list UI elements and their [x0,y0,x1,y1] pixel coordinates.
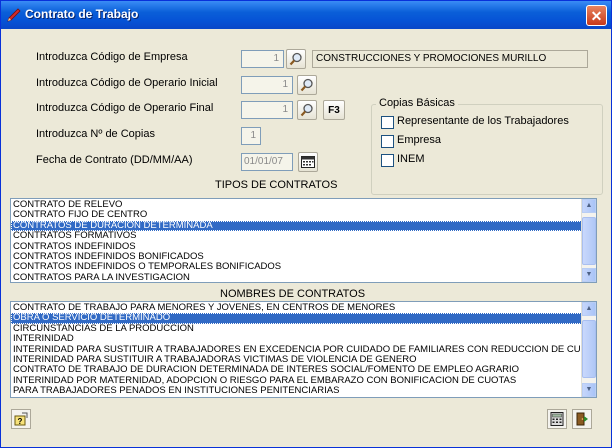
svg-text:?: ? [18,417,23,426]
app-pen-icon [7,8,21,22]
magnifier-icon [300,103,313,117]
magnifier-icon [300,78,313,92]
copias-basicas-title: Copias Básicas [376,97,458,109]
fecha-input[interactable]: 01/01/07 [241,153,293,171]
nombres-list-item[interactable]: CIRCUNSTANCIAS DE LA PRODUCCION [11,324,596,334]
calendar-button[interactable] [298,152,318,172]
representante-label: Representante de los Trabajadores [397,115,569,127]
operario-inicial-label: Introduzca Código de Operario Inicial [36,77,218,89]
scroll-up-arrow-icon[interactable]: ▲ [582,302,596,316]
scroll-up-arrow-icon[interactable]: ▲ [582,199,596,213]
close-button[interactable]: ✕ [586,5,607,26]
scroll-thumb[interactable] [582,217,596,265]
exit-door-icon [576,412,588,426]
nombres-list-item[interactable]: INTERINIDAD POR MATERNIDAD, ADOPCION O R… [11,376,596,386]
scroll-down-arrow-icon[interactable]: ▼ [582,268,596,282]
help-icon: ? [14,412,28,426]
calendar-icon [301,156,315,168]
empresa-input[interactable]: 1 [241,50,284,68]
title-bar[interactable]: Contrato de Trabajo ✕ [1,1,611,29]
inem-label: INEM [397,153,425,165]
tipos-list-item[interactable]: CONTRATOS PARA LA INVESTIGACION [11,273,596,282]
tipos-list-item[interactable]: CONTRATOS INDEFINIDOS O TEMPORALES BONIF… [11,262,596,272]
empresa-label: Introduzca Código de Empresa [36,51,188,63]
help-button[interactable]: ? [11,409,31,429]
nombres-list-item[interactable]: OBRA O SERVICIO DETERMINADO [11,313,596,324]
tipos-list-item[interactable]: CONTRATOS INDEFINIDOS [11,242,596,252]
copias-input[interactable]: 1 [241,127,261,145]
nombres-scrollbar[interactable]: ▲ ▼ [581,302,596,397]
contrato-window: Contrato de Trabajo ✕ Introduzca Código … [0,0,612,448]
scroll-thumb[interactable] [582,320,596,378]
calculator-icon [550,412,564,426]
tipos-scrollbar[interactable]: ▲ ▼ [581,199,596,282]
operario-final-label: Introduzca Código de Operario Final [36,102,214,114]
tipos-list-item[interactable]: CONTRATO DE RELEVO [11,200,596,210]
operario-final-input[interactable]: 1 [241,101,293,119]
nombres-list-item[interactable]: INTERINIDAD PARA SUSTITUIR A TRABAJADORA… [11,355,596,365]
calculator-button[interactable] [547,409,567,429]
scroll-down-arrow-icon[interactable]: ▼ [582,383,596,397]
nombres-list-item[interactable]: INTERINIDAD [11,334,596,344]
empresa-search-button[interactable] [286,49,306,69]
operario-inicial-input[interactable]: 1 [241,76,293,94]
tipos-title: TIPOS DE CONTRATOS [215,179,338,191]
empresa-name-field: CONSTRUCCIONES Y PROMOCIONES MURILLO [312,50,588,68]
exit-button[interactable] [572,409,592,429]
tipos-list-item[interactable]: CONTRATOS FORMATIVOS [11,231,596,241]
fecha-label: Fecha de Contrato (DD/MM/AA) [36,154,193,166]
nombres-list-item[interactable]: INTERINIDAD PARA SUSTITUIR A TRABAJADORE… [11,345,596,355]
nombres-title: NOMBRES DE CONTRATOS [220,288,366,300]
operario-final-search-button[interactable] [297,100,317,120]
tipos-list-item[interactable]: CONTRATOS INDEFINIDOS BONIFICADOS [11,252,596,262]
f3-button[interactable]: F3 [323,100,345,120]
magnifier-icon [289,52,302,66]
empresa-checkbox[interactable] [381,135,394,148]
tipos-list-item[interactable]: CONTRATO FIJO DE CENTRO [11,210,596,220]
client-area: Introduzca Código de Empresa 1 CONSTRUCC… [4,29,608,444]
nombres-list-item[interactable]: PARA TRABAJADORES PENADOS EN INSTITUCION… [11,386,596,396]
nombres-listbox[interactable]: CONTRATO DE TRABAJO PARA MENORES Y JOVEN… [10,301,597,398]
empresa-check-label: Empresa [397,134,442,146]
inem-checkbox[interactable] [381,154,394,167]
operario-inicial-search-button[interactable] [297,75,317,95]
representante-checkbox[interactable] [381,116,394,129]
tipos-list-item[interactable]: CONTRATOS DE DURACION DETERMINADA [11,220,596,232]
copias-label: Introduzca Nº de Copias [36,128,155,140]
window-title: Contrato de Trabajo [25,7,139,21]
tipos-listbox[interactable]: CONTRATO DE RELEVO CONTRATO FIJO DE CENTR… [10,198,597,283]
nombres-list-item[interactable]: CONTRATO DE TRABAJO PARA MENORES Y JOVEN… [11,303,596,313]
nombres-list-item[interactable]: CONTRATO DE TRABAJO DE DURACION DETERMIN… [11,365,596,375]
